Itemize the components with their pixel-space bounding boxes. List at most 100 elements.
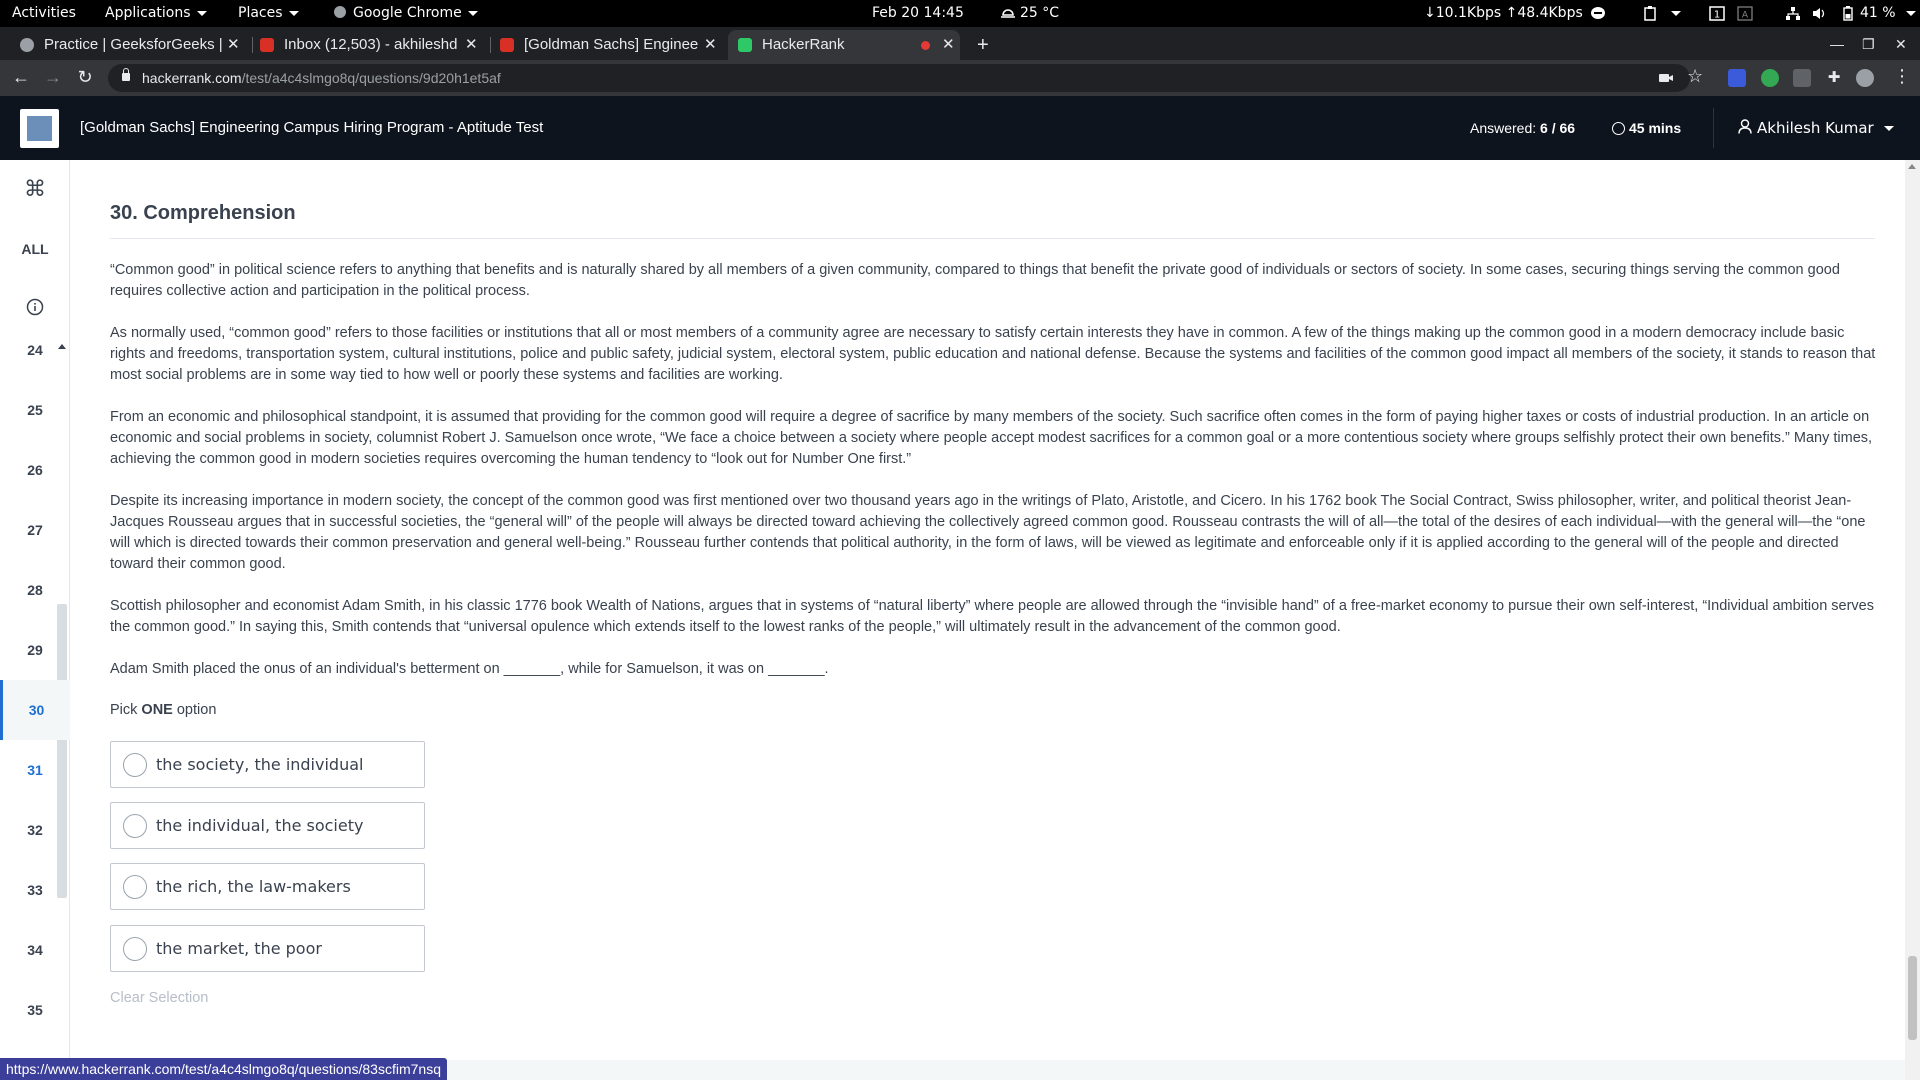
test-title: [Goldman Sachs] Engineering Campus Hirin… (80, 119, 544, 136)
profile-avatar[interactable] (1856, 69, 1874, 87)
url-text[interactable]: hackerrank.com/test/a4c4slmgo8q/question… (142, 64, 501, 92)
weather-label: 25 °C (1020, 5, 1060, 21)
option-label: the market, the poor (156, 939, 322, 958)
close-window-button[interactable]: ✕ (1895, 31, 1907, 57)
extensions-puzzle-icon[interactable]: ✚ (1825, 69, 1843, 87)
applications-menu[interactable]: Applications (105, 0, 207, 27)
extension-2-icon[interactable] (1761, 69, 1779, 87)
workspace-1-icon[interactable]: 1 (1709, 6, 1725, 21)
bookmark-star-icon[interactable]: ☆ (1687, 66, 1703, 87)
option-3[interactable]: the rich, the law-makers (110, 863, 425, 910)
option-2[interactable]: the individual, the society (110, 802, 425, 849)
minimize-button[interactable]: — (1830, 31, 1844, 57)
question-link-24[interactable]: 24 (0, 320, 70, 380)
app-menu[interactable]: Google Chrome (334, 0, 478, 27)
volume-icon[interactable] (1812, 6, 1828, 21)
chevron-down-icon[interactable] (1906, 11, 1916, 16)
new-tab-button[interactable]: + (977, 30, 999, 60)
divider (110, 238, 1875, 239)
places-menu[interactable]: Places (238, 0, 299, 27)
passage-paragraph: “Common good” in political science refer… (110, 262, 1840, 299)
reload-button[interactable]: ↻ (74, 66, 96, 88)
option-1[interactable]: the society, the individual (110, 741, 425, 788)
tab-label: Inbox (12,503) - akhileshd (284, 36, 458, 53)
recording-indicator-icon (921, 41, 930, 50)
radio-button[interactable] (123, 753, 147, 777)
tab-label: HackerRank (762, 36, 845, 53)
option-4[interactable]: the market, the poor (110, 925, 425, 972)
question-link-27[interactable]: 27 (0, 500, 70, 560)
camera-blocked-icon[interactable] (1658, 71, 1674, 85)
clock-icon (1612, 121, 1625, 135)
restore-button[interactable]: ❐ (1862, 31, 1875, 57)
question-link-32[interactable]: 32 (0, 800, 70, 860)
network-icon[interactable] (1785, 6, 1801, 21)
question-link-25[interactable]: 25 (0, 380, 70, 440)
chevron-down-icon[interactable] (1671, 11, 1681, 16)
weather-indicator[interactable]: 25 °C (1000, 0, 1059, 27)
radio-button[interactable] (123, 875, 147, 899)
shortcuts-icon[interactable]: ⌘ (0, 176, 70, 202)
clipboard-icon[interactable] (1642, 6, 1658, 21)
time-remaining: 45 mins (1612, 96, 1681, 160)
kebab-menu-icon[interactable]: ⋮ (1893, 66, 1911, 87)
chevron-down-icon (1883, 126, 1894, 131)
info-icon (26, 298, 44, 316)
question-link-29[interactable]: 29 (0, 620, 70, 680)
app-menu-label: Google Chrome (353, 5, 462, 21)
passage-paragraph: Scottish philosopher and economist Adam … (110, 598, 1874, 635)
close-icon[interactable]: ✕ (465, 30, 478, 60)
timer-value: 45 mins (1629, 120, 1682, 136)
plus-icon: + (977, 34, 989, 56)
weather-icon (1001, 9, 1015, 18)
question-link-35[interactable]: 35 (0, 980, 70, 1040)
geeksforgeeks-favicon-icon (20, 38, 34, 52)
tab-geeksforgeeks[interactable]: Practice | GeeksforGeeks | ✕ (20, 30, 252, 60)
question-link-28[interactable]: 28 (0, 560, 70, 620)
battery-icon[interactable] (1840, 6, 1856, 21)
scroll-up-icon[interactable] (1908, 164, 1916, 169)
extension-3-icon[interactable] (1793, 69, 1811, 87)
gmail-favicon-icon (260, 38, 274, 52)
question-prompt: Adam Smith placed the onus of an individ… (110, 661, 829, 677)
question-link-31[interactable]: 31 (0, 740, 70, 800)
passage-paragraph: From an economic and philosophical stand… (110, 409, 1873, 467)
tab-hackerrank[interactable]: HackerRank ✕ (728, 30, 960, 60)
clock[interactable]: Feb 20 14:45 (872, 0, 964, 27)
close-icon[interactable]: ✕ (227, 30, 240, 60)
question-link-33[interactable]: 33 (0, 860, 70, 920)
question-title: 30. Comprehension (110, 202, 296, 224)
extension-1-icon[interactable] (1728, 69, 1746, 87)
question-link-34[interactable]: 34 (0, 920, 70, 980)
tab-goldman-sachs-mail[interactable]: [Goldman Sachs] Enginee ✕ (500, 30, 722, 60)
address-bar[interactable]: hackerrank.com/test/a4c4slmgo8q/question… (108, 64, 1703, 92)
question-link-26[interactable]: 26 (0, 440, 70, 500)
system-top-bar: Activities Applications Places Google Ch… (0, 0, 1920, 27)
user-menu[interactable]: Akhilesh Kumar (1738, 96, 1894, 160)
keyboard-layout-icon[interactable]: A (1737, 6, 1753, 21)
forward-button[interactable]: → (42, 66, 64, 88)
applications-label: Applications (105, 5, 191, 21)
close-icon[interactable]: ✕ (704, 30, 717, 60)
option-label: the society, the individual (156, 755, 364, 774)
browser-tab-strip: Practice | GeeksforGeeks | ✕ Inbox (12,5… (0, 27, 1920, 60)
clear-selection-button[interactable]: Clear Selection (110, 990, 208, 1006)
notification-icon[interactable] (1590, 6, 1606, 21)
scrollbar-thumb[interactable] (1908, 956, 1917, 1040)
close-icon[interactable]: ✕ (942, 30, 955, 60)
filter-all[interactable]: ALL (0, 241, 70, 257)
lock-icon[interactable] (122, 68, 130, 81)
radio-button[interactable] (123, 814, 147, 838)
radio-button[interactable] (123, 937, 147, 961)
page-scrollbar[interactable] (1905, 160, 1920, 1080)
question-link-30[interactable]: 30 (0, 680, 70, 740)
question-navigator: ⌘ ALL 24 25 26 27 28 29 30 31 32 33 34 3… (0, 160, 70, 1060)
info-button[interactable] (0, 298, 70, 321)
chevron-down-icon (288, 10, 299, 16)
passage-paragraph: Despite its increasing importance in mod… (110, 493, 1866, 572)
activities-button[interactable]: Activities (12, 0, 76, 27)
user-name: Akhilesh Kumar (1757, 119, 1874, 137)
passage-paragraph: As normally used, “common good” refers t… (110, 325, 1876, 383)
tab-gmail-inbox[interactable]: Inbox (12,503) - akhileshd ✕ (260, 30, 482, 60)
back-button[interactable]: ← (10, 66, 32, 88)
